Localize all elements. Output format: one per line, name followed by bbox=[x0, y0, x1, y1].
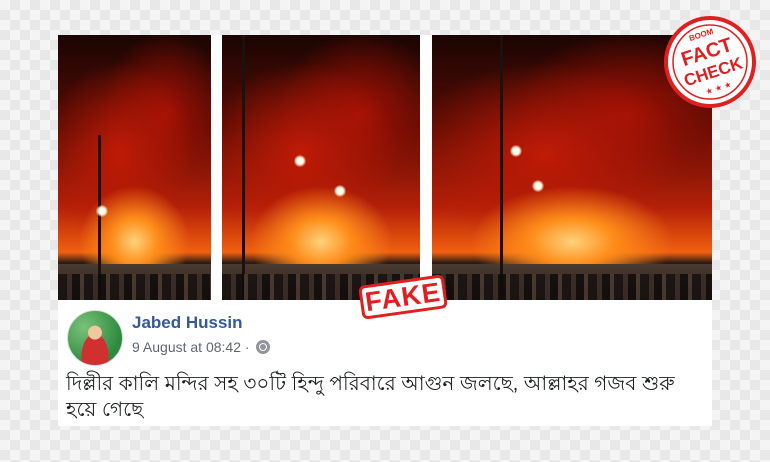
fact-check-badge: BOOM FACT CHECK ★ ★ ★ bbox=[664, 16, 756, 108]
pole bbox=[242, 35, 245, 300]
avatar[interactable] bbox=[67, 310, 123, 366]
facebook-post: Jabed Hussin 9 August at 08:42 · দিল্লীর… bbox=[58, 305, 712, 426]
post-meta: 9 August at 08:42 · bbox=[132, 339, 270, 355]
street-lamp bbox=[510, 145, 522, 157]
street-lamp bbox=[294, 155, 306, 167]
fire-photo-middle[interactable] bbox=[222, 35, 420, 300]
globe-icon[interactable] bbox=[255, 340, 270, 354]
post-timestamp[interactable]: 9 August at 08:42 · bbox=[132, 339, 250, 355]
street-lamp bbox=[96, 205, 108, 217]
fire-photo-left[interactable] bbox=[58, 35, 211, 300]
crowd bbox=[58, 274, 211, 300]
street-lamp bbox=[532, 180, 544, 192]
pole bbox=[500, 35, 503, 300]
crowd bbox=[432, 274, 712, 300]
post-text: দিল্লীর কালি মন্দির সহ ৩০টি হিন্দু পরিবা… bbox=[66, 373, 675, 421]
post-card: FAKE Jabed Hussin 9 August at 08:42 · দি… bbox=[58, 35, 712, 426]
author-name[interactable]: Jabed Hussin bbox=[132, 313, 243, 333]
street-lamp bbox=[334, 185, 346, 197]
